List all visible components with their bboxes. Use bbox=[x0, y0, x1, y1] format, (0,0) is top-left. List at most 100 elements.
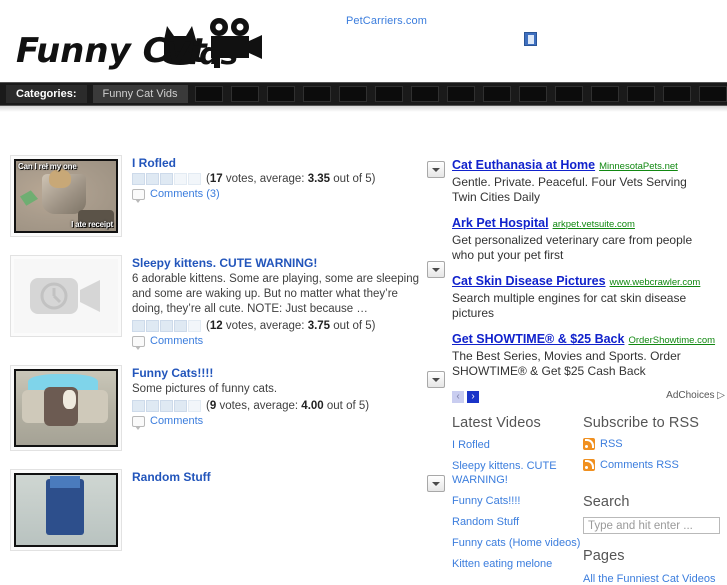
post-body: Sleepy kittens. CUTE WARNING! 6 adorable… bbox=[132, 255, 450, 350]
list-item: Random Stuff bbox=[452, 515, 583, 529]
latest-video-link[interactable]: Funny Cats!!!! bbox=[452, 495, 520, 507]
rating-out-of: out of 5) bbox=[333, 173, 376, 185]
comments-link[interactable]: Comments bbox=[150, 415, 203, 427]
post-title-link[interactable]: Random Stuff bbox=[132, 470, 450, 484]
ad-title-link[interactable]: Ark Pet Hospital bbox=[452, 216, 549, 230]
post-title-link[interactable]: Sleepy kittens. CUTE WARNING! bbox=[132, 256, 450, 270]
rating-average: 3.35 bbox=[307, 173, 331, 185]
adchoices-text: AdChoices bbox=[666, 390, 715, 401]
post-rating: (12 votes, average: 3.75 out of 5) bbox=[132, 319, 450, 333]
post-thumbnail[interactable] bbox=[10, 469, 122, 551]
latest-video-link[interactable]: Random Stuff bbox=[452, 516, 519, 528]
latest-video-link[interactable]: I Rofled bbox=[452, 439, 490, 451]
list-item: Funny Cats!!!! bbox=[452, 494, 583, 508]
ad-url-link[interactable]: MinnesotaPets.net bbox=[599, 161, 678, 172]
ad-url-link[interactable]: www.webcrawler.com bbox=[610, 277, 701, 288]
thumbnail-shape bbox=[63, 390, 76, 410]
widget-title: Subscribe to RSS bbox=[583, 415, 700, 431]
chevron-down-icon bbox=[432, 267, 440, 272]
post-thumbnail[interactable] bbox=[10, 255, 122, 337]
ad-url-link[interactable]: arkpet.vetsuite.com bbox=[553, 219, 635, 230]
post-excerpt: 6 adorable kittens. Some are playing, so… bbox=[132, 273, 420, 315]
ad-url-link[interactable]: OrderShowtime.com bbox=[628, 335, 715, 346]
post-title-link[interactable]: Funny Cats!!!! bbox=[132, 366, 450, 380]
post-title-link[interactable]: I Rofled bbox=[132, 156, 450, 170]
rating-text: (9 votes, average: 4.00 out of 5) bbox=[206, 399, 369, 413]
search-input[interactable] bbox=[583, 517, 720, 534]
rss-row: RSS bbox=[583, 438, 723, 450]
ad-title-line: Cat Skin Disease Pictures www.webcrawler.… bbox=[452, 274, 727, 290]
list-item: Sleepy kittens. CUTE WARNING! bbox=[452, 459, 583, 487]
latest-video-link[interactable]: Funny cats (Home videos) bbox=[452, 537, 580, 549]
post-dropdown-button[interactable] bbox=[427, 371, 445, 388]
post-excerpt: Some pictures of funny cats. bbox=[132, 383, 278, 395]
comments-link[interactable]: Comments (3) bbox=[150, 188, 220, 200]
rating-votes: 12 bbox=[209, 320, 223, 332]
rss-row: Comments RSS bbox=[583, 459, 723, 471]
latest-videos-list: I Rofled Sleepy kittens. CUTE WARNING! F… bbox=[452, 438, 583, 571]
latest-video-link[interactable]: Kitten eating melone bbox=[452, 558, 552, 570]
star-icon[interactable] bbox=[174, 173, 187, 185]
post-item: Can I reł my one I ate receipt I Rofled … bbox=[0, 155, 450, 237]
film-frame bbox=[302, 86, 331, 102]
categories-label: Categories: bbox=[6, 85, 87, 103]
star-icon[interactable] bbox=[160, 173, 173, 185]
star-icon[interactable] bbox=[188, 400, 201, 412]
post-thumbnail[interactable] bbox=[10, 365, 122, 451]
page-link[interactable]: All the Funniest Cat Videos bbox=[583, 573, 715, 585]
post-dropdown-button[interactable] bbox=[427, 161, 445, 178]
film-frame bbox=[482, 86, 511, 102]
comment-icon bbox=[132, 188, 145, 203]
top-ad-link[interactable]: PetCarriers.com bbox=[346, 15, 427, 27]
video-camera-icon bbox=[30, 278, 100, 314]
star-icon[interactable] bbox=[146, 400, 159, 412]
film-frame bbox=[626, 86, 655, 102]
star-icon[interactable] bbox=[174, 320, 187, 332]
film-frame bbox=[590, 86, 619, 102]
category-item-funny-cat-vids[interactable]: Funny Cat Vids bbox=[92, 85, 188, 103]
meme-top-caption: Can I reł my one bbox=[18, 162, 77, 171]
logo-graphic: Funny Cat Vids bbox=[16, 18, 262, 72]
star-icon[interactable] bbox=[188, 173, 201, 185]
post-dropdown-button[interactable] bbox=[427, 475, 445, 492]
latest-video-link[interactable]: Sleepy kittens. CUTE WARNING! bbox=[452, 460, 557, 486]
ad-next-button[interactable]: › bbox=[467, 390, 479, 403]
comments-rss-link[interactable]: Comments RSS bbox=[600, 459, 679, 471]
thumbnail-shape bbox=[49, 169, 71, 188]
list-item: I Rofled bbox=[452, 438, 583, 452]
post-body: I Rofled (17 votes, average: 3.35 out of… bbox=[132, 155, 450, 237]
rating-votes-word: votes, average: bbox=[225, 320, 305, 332]
rating-stars[interactable] bbox=[132, 400, 202, 412]
ad-item: Ark Pet Hospital arkpet.vetsuite.com Get … bbox=[452, 216, 727, 263]
rating-stars[interactable] bbox=[132, 320, 202, 332]
ad-title-link[interactable]: Cat Euthanasia at Home bbox=[452, 158, 595, 172]
rating-average: 3.75 bbox=[307, 320, 331, 332]
post-thumbnail[interactable]: Can I reł my one I ate receipt bbox=[10, 155, 122, 237]
star-icon[interactable] bbox=[188, 320, 201, 332]
star-icon[interactable] bbox=[132, 320, 145, 332]
widget-latest-videos: Latest Videos I Rofled Sleepy kittens. C… bbox=[452, 415, 583, 585]
site-logo[interactable]: Funny Cat Vids bbox=[14, 14, 264, 74]
star-icon[interactable] bbox=[146, 173, 159, 185]
film-frame bbox=[374, 86, 403, 102]
star-icon[interactable] bbox=[146, 320, 159, 332]
film-frame bbox=[662, 86, 691, 102]
star-icon[interactable] bbox=[174, 400, 187, 412]
comments-link[interactable]: Comments bbox=[150, 335, 203, 347]
star-icon[interactable] bbox=[160, 320, 173, 332]
star-icon[interactable] bbox=[132, 173, 145, 185]
ad-title-line: Cat Euthanasia at Home MinnesotaPets.net bbox=[452, 158, 727, 174]
ad-prev-button[interactable]: ‹ bbox=[452, 390, 464, 403]
star-icon[interactable] bbox=[160, 400, 173, 412]
adchoices-label[interactable]: AdChoices ▷ bbox=[666, 390, 725, 401]
film-frame bbox=[194, 86, 223, 102]
ad-title-link[interactable]: Cat Skin Disease Pictures bbox=[452, 274, 606, 288]
ad-title-line: Get SHOWTIME® & $25 Back OrderShowtime.co… bbox=[452, 332, 727, 348]
ad-title-link[interactable]: Get SHOWTIME® & $25 Back bbox=[452, 332, 624, 346]
rating-text: (12 votes, average: 3.75 out of 5) bbox=[206, 319, 375, 333]
rss-link[interactable]: RSS bbox=[600, 438, 623, 450]
rating-stars[interactable] bbox=[132, 173, 202, 185]
post-dropdown-button[interactable] bbox=[427, 261, 445, 278]
star-icon[interactable] bbox=[132, 400, 145, 412]
